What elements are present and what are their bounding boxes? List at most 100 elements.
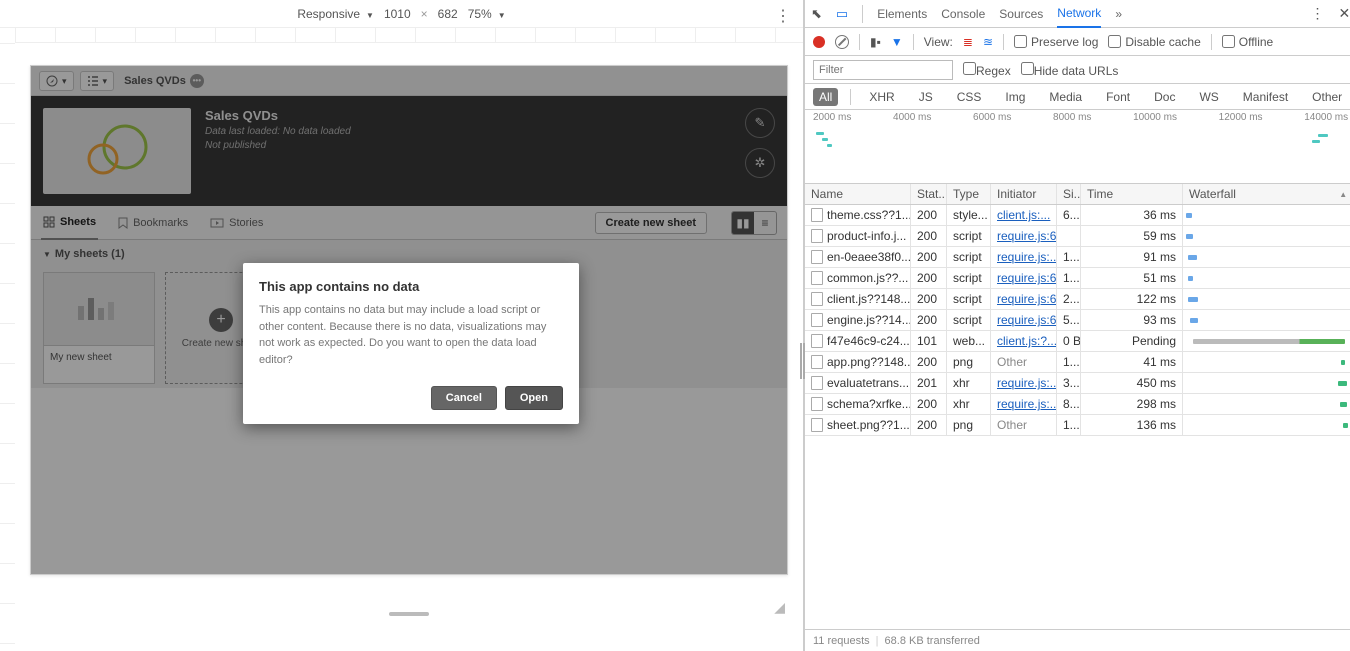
large-rows-icon[interactable]: ≣ bbox=[963, 35, 973, 49]
device-mode-icon[interactable]: ▭ bbox=[836, 6, 848, 22]
device-menu-icon[interactable]: ⋮ bbox=[775, 6, 791, 26]
type-filter-all[interactable]: All bbox=[813, 88, 838, 106]
tab-stories[interactable]: Stories bbox=[208, 206, 265, 240]
type-filter-other[interactable]: Other bbox=[1306, 88, 1348, 106]
type-filter-manifest[interactable]: Manifest bbox=[1237, 88, 1294, 106]
type-filter-font[interactable]: Font bbox=[1100, 88, 1136, 106]
settings-button[interactable]: ✲ bbox=[745, 148, 775, 178]
device-toolbar: Responsive 1010 × 682 75% ⋮ bbox=[0, 0, 803, 28]
view-menu-button[interactable] bbox=[80, 71, 115, 91]
table-row[interactable]: common.js??...200scriptrequire.js:61...5… bbox=[805, 268, 1350, 289]
tab-network[interactable]: Network bbox=[1057, 0, 1101, 28]
type-filter-media[interactable]: Media bbox=[1043, 88, 1088, 106]
file-icon bbox=[811, 250, 823, 264]
file-icon bbox=[811, 313, 823, 327]
open-button[interactable]: Open bbox=[505, 386, 563, 410]
resize-handle-icon[interactable]: ◢ bbox=[774, 599, 785, 616]
file-icon bbox=[811, 271, 823, 285]
table-row[interactable]: app.png??148...200pngOther1...41 ms bbox=[805, 352, 1350, 373]
filter-icon[interactable]: ▼ bbox=[891, 35, 903, 49]
viewport-width[interactable]: 1010 bbox=[384, 7, 411, 21]
network-table: Name Stat... Type Initiator Si... Time W… bbox=[805, 184, 1350, 629]
emulated-viewport: Sales QVDs••• Sales QVDs Data last loade… bbox=[30, 65, 788, 575]
app-thumbnail bbox=[43, 108, 191, 194]
scroll-handle[interactable] bbox=[389, 612, 429, 616]
table-row[interactable]: client.js??148...200scriptrequire.js:62.… bbox=[805, 289, 1350, 310]
more-tabs-icon[interactable]: » bbox=[1115, 7, 1122, 21]
preserve-log-checkbox[interactable]: Preserve log bbox=[1014, 35, 1098, 49]
zoom-select[interactable]: 75% bbox=[468, 7, 506, 21]
camera-icon[interactable]: ▮▪ bbox=[870, 35, 881, 49]
app-publish-status: Not published bbox=[205, 139, 351, 153]
no-data-dialog: This app contains no data This app conta… bbox=[243, 263, 579, 424]
table-row[interactable]: en-0eaee38f0...200scriptrequire.js:...1.… bbox=[805, 247, 1350, 268]
table-row[interactable]: sheet.png??1...200pngOther1...136 ms bbox=[805, 415, 1350, 436]
app-topbar: Sales QVDs••• bbox=[31, 66, 787, 96]
type-filter-css[interactable]: CSS bbox=[951, 88, 988, 106]
table-row[interactable]: product-info.j...200scriptrequire.js:659… bbox=[805, 226, 1350, 247]
inspect-icon[interactable]: ⬉ bbox=[811, 6, 822, 22]
hide-data-urls-checkbox[interactable]: Hide data URLs bbox=[1021, 62, 1119, 78]
table-row[interactable]: engine.js??14...200scriptrequire.js:65..… bbox=[805, 310, 1350, 331]
ruler-horizontal bbox=[15, 28, 803, 43]
type-filter-xhr[interactable]: XHR bbox=[863, 88, 900, 106]
file-icon bbox=[811, 229, 823, 243]
app-name: Sales QVDs bbox=[205, 108, 351, 123]
divider bbox=[862, 5, 863, 23]
file-icon bbox=[811, 355, 823, 369]
file-icon bbox=[811, 208, 823, 222]
filter-input[interactable] bbox=[813, 60, 953, 80]
clear-icon[interactable] bbox=[835, 35, 849, 49]
tab-console[interactable]: Console bbox=[941, 7, 985, 21]
close-icon[interactable]: ✕ bbox=[1338, 5, 1350, 22]
file-icon bbox=[811, 292, 823, 306]
file-icon bbox=[811, 376, 823, 390]
plus-icon: + bbox=[209, 308, 233, 332]
tab-sheets[interactable]: Sheets bbox=[41, 206, 98, 240]
tab-bookmarks[interactable]: Bookmarks bbox=[116, 206, 190, 240]
tab-sources[interactable]: Sources bbox=[999, 7, 1043, 21]
compass-icon bbox=[46, 75, 58, 87]
overview-icon[interactable]: ≊ bbox=[983, 35, 993, 49]
table-row[interactable]: schema?xrfke...200xhrrequire.js:...8...2… bbox=[805, 394, 1350, 415]
type-filter-js[interactable]: JS bbox=[913, 88, 939, 106]
devtools-menu-icon[interactable]: ⋮ bbox=[1310, 5, 1324, 22]
dialog-body: This app contains no data but may includ… bbox=[243, 302, 579, 386]
table-row[interactable]: theme.css??1...200style...client.js:...6… bbox=[805, 205, 1350, 226]
list-view-icon[interactable]: ≡ bbox=[754, 212, 776, 234]
sheet-card[interactable]: My new sheet bbox=[43, 272, 155, 384]
create-sheet-button[interactable]: Create new sheet bbox=[595, 212, 707, 234]
nav-menu-button[interactable] bbox=[39, 71, 74, 91]
type-filter-ws[interactable]: WS bbox=[1193, 88, 1224, 106]
gear-icon: ✲ bbox=[755, 155, 766, 171]
type-filter-doc[interactable]: Doc bbox=[1148, 88, 1181, 106]
record-icon[interactable] bbox=[813, 36, 825, 48]
transferred-size: 68.8 KB transferred bbox=[885, 635, 980, 647]
cancel-button[interactable]: Cancel bbox=[431, 386, 497, 410]
app-tabs: Sheets Bookmarks Stories Create new shee… bbox=[31, 206, 787, 240]
disable-cache-checkbox[interactable]: Disable cache bbox=[1108, 35, 1200, 49]
bar-chart-icon bbox=[44, 273, 154, 345]
table-row[interactable]: f47e46c9-c24...101web...client.js:?...0 … bbox=[805, 331, 1350, 352]
tab-elements[interactable]: Elements bbox=[877, 7, 927, 21]
table-header[interactable]: Name Stat... Type Initiator Si... Time W… bbox=[805, 184, 1350, 205]
regex-checkbox[interactable]: Regex bbox=[963, 62, 1011, 78]
viewport-height[interactable]: 682 bbox=[438, 7, 458, 21]
file-icon bbox=[811, 418, 823, 432]
grid-icon bbox=[43, 216, 55, 228]
table-row[interactable]: evaluatetrans...201xhrrequire.js:...3...… bbox=[805, 373, 1350, 394]
type-filter-img[interactable]: Img bbox=[999, 88, 1031, 106]
app-data-status: Data last loaded: No data loaded bbox=[205, 125, 351, 139]
grid-view-icon[interactable]: ▮▮ bbox=[732, 212, 754, 234]
devtools-panel: ⬉ ▭ Elements Console Sources Network » ⋮… bbox=[804, 0, 1350, 651]
timeline-overview[interactable]: 2000 ms4000 ms6000 ms8000 ms10000 ms1200… bbox=[805, 110, 1350, 184]
type-filter-bar: All XHR JS CSS Img Media Font Doc WS Manifest Othe… bbox=[805, 84, 1350, 110]
view-toggle[interactable]: ▮▮ ≡ bbox=[731, 211, 777, 235]
network-toolbar: ▮▪ ▼ View: ≣ ≊ Preserve log Disable cach… bbox=[805, 28, 1350, 56]
device-mode-select[interactable]: Responsive bbox=[297, 7, 374, 21]
app-title: Sales QVDs••• bbox=[124, 74, 204, 88]
edit-button[interactable]: ✎ bbox=[745, 108, 775, 138]
splitter-handle[interactable] bbox=[800, 343, 806, 379]
offline-checkbox[interactable]: Offline bbox=[1222, 35, 1273, 49]
play-icon bbox=[210, 218, 224, 228]
